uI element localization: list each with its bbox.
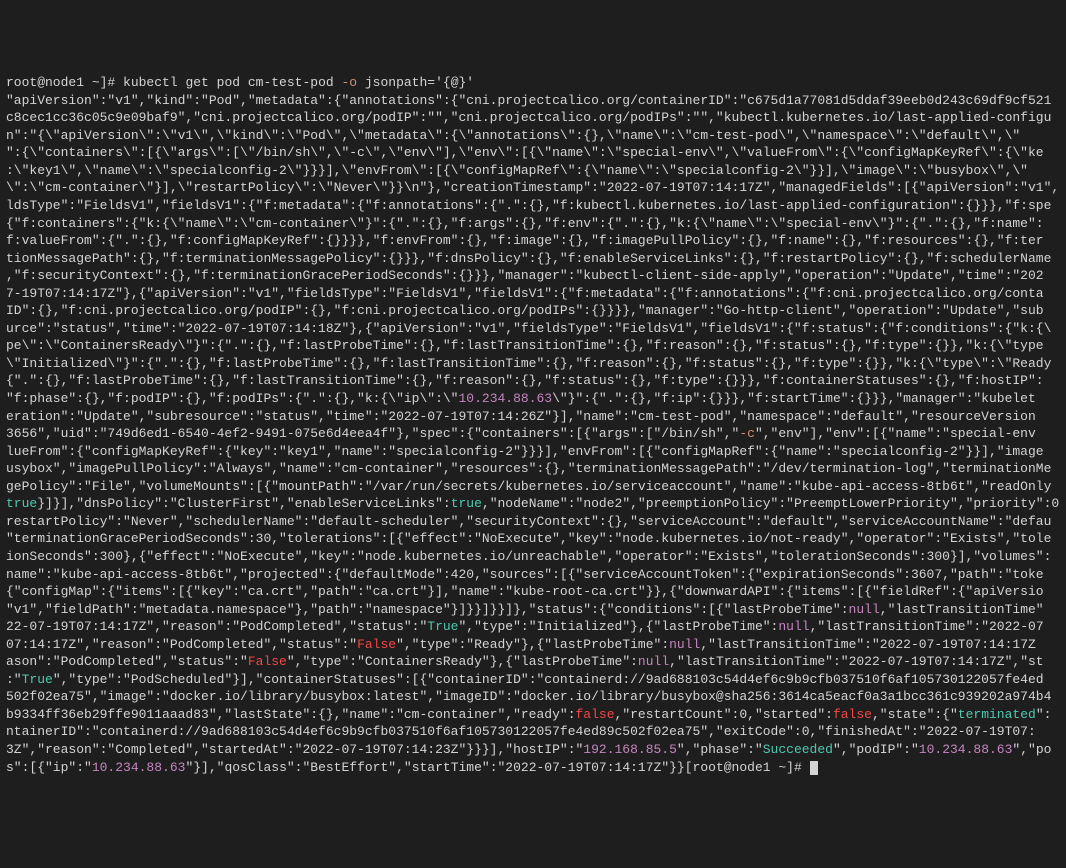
json-line: gePolicy":"File","volumeMounts":[{"mount… — [6, 479, 1051, 494]
json-line: b9334ff36eb29ffe9011aaad83","lastState":… — [6, 707, 576, 722]
null-value: null — [778, 619, 809, 634]
null-value: null — [638, 654, 669, 669]
json-line: ason":"PodCompleted","status":" — [6, 654, 248, 669]
json-line: restartPolicy":"Never","schedulerName":"… — [6, 514, 1051, 529]
jsonpath-arg: jsonpath='{@}' — [357, 75, 474, 90]
json-line: ","type":"PodScheduled"}],"containerStat… — [53, 672, 1044, 687]
bool-false: false — [576, 707, 615, 722]
bool-false: false — [833, 707, 872, 722]
json-line: n":"{\"apiVersion\":\"v1\",\"kind\":\"Po… — [6, 128, 1020, 143]
json-line: ID":{},"f:cni.projectcalico.org/podIP":{… — [6, 303, 1044, 318]
json-line: {"configMap":{"items":[{"key":"ca.crt","… — [6, 584, 1044, 599]
json-line: 3Z","reason":"Completed","startedAt":"20… — [6, 742, 583, 757]
json-line: ,"nodeName":"node2","preemptionPolicy":"… — [482, 496, 1059, 511]
status-false: False — [357, 637, 396, 652]
json-line: tionMessagePath":{},"f:terminationMessag… — [6, 251, 1051, 266]
null-value: null — [669, 637, 700, 652]
json-line: ","type":"Ready"},{"lastProbeTime": — [396, 637, 669, 652]
json-line: ","type":"ContainersReady"},{"lastProbeT… — [287, 654, 638, 669]
json-line: 7-19T07:14:17Z"},{"apiVersion":"v1","fie… — [6, 286, 1044, 301]
json-line: ":{\"containers\":[{\"args\":[\"/bin/sh\… — [6, 145, 1044, 160]
json-line: "}],"qosClass":"BestEffort","startTime":… — [185, 760, 684, 775]
command-text: kubectl get pod cm-test-pod — [123, 75, 341, 90]
json-line: ,"state":{" — [872, 707, 958, 722]
flag-o: -o — [341, 75, 357, 90]
json-line: ,"lastTransitionTime" — [880, 602, 1044, 617]
json-line: \"}":{".":{},"f:ip":{}}},"f:startTime":{… — [552, 391, 1036, 406]
json-line: :\"key1\",\"name\":\"specialconfig-2\"}}… — [6, 163, 1028, 178]
terminated-key: terminated — [958, 707, 1036, 722]
json-line: ","phase":" — [677, 742, 763, 757]
json-line: name":"kube-api-access-8tb6t","projected… — [6, 567, 1044, 582]
cursor-block[interactable] — [810, 761, 818, 775]
json-line: "v1","fieldPath":"metadata.namespace"},"… — [6, 602, 849, 617]
json-line: ionSeconds":300},{"effect":"NoExecute","… — [6, 549, 1051, 564]
shell-prompt: root@node1 ~]# — [6, 75, 123, 90]
json-line: ,"restartCount":0,"started": — [615, 707, 833, 722]
phase-succeeded: Succeeded — [763, 742, 833, 757]
json-line: f:valueFrom":{".":{},"f:configMapKeyRef"… — [6, 233, 1044, 248]
bool-true: true — [451, 496, 482, 511]
shell-flag: -c — [739, 426, 755, 441]
status-true: True — [427, 619, 458, 634]
host-ip: 192.168.85.5 — [583, 742, 677, 757]
json-line: lueFrom":{"configMapKeyRef":{"key":"key1… — [6, 444, 1044, 459]
json-line: ,"lastTransitionTime":"2022-07-19T07:14:… — [669, 654, 1043, 669]
json-line: {".":{},"f:lastProbeTime":{},"f:lastTran… — [6, 373, 1044, 388]
json-line: 07:14:17Z","reason":"PodCompleted","stat… — [6, 637, 357, 652]
pod-ip: 10.234.88.63 — [458, 391, 552, 406]
pod-ip: 10.234.88.63 — [92, 760, 186, 775]
json-line: ,"lastTransitionTime":"2022-07-19T07:14:… — [700, 637, 1035, 652]
json-line: ldsType":"FieldsV1","fieldsV1":{"f:metad… — [6, 198, 1051, 213]
json-line: c8cec1cc36c05c9e09baf9","cni.projectcali… — [6, 110, 1051, 125]
json-line: usybox","imagePullPolicy":"Always","name… — [6, 461, 1051, 476]
pod-ip: 10.234.88.63 — [919, 742, 1013, 757]
json-line: ,"lastTransitionTime":"2022-07 — [810, 619, 1044, 634]
json-line: \":\"cm-container\"}],\"restartPolicy\":… — [6, 180, 1059, 195]
json-line: :" — [6, 672, 22, 687]
shell-prompt-end: [root@node1 ~]# — [685, 760, 810, 775]
json-line: "terminationGracePeriodSeconds":30,"tole… — [6, 531, 1051, 546]
json-line: s":[{"ip":" — [6, 760, 92, 775]
json-line: "f:phase":{},"f:podIP":{},"f:podIPs":{".… — [6, 391, 458, 406]
json-line: 3656","uid":"749d6ed1-6540-4ef2-9491-075… — [6, 426, 739, 441]
json-line: 502f02ea75","image":"docker.io/library/b… — [6, 689, 1051, 704]
json-line: "apiVersion":"v1","kind":"Pod","metadata… — [6, 93, 1051, 108]
json-line: {"f:containers":{"k:{\"name\":\"cm-conta… — [6, 216, 1044, 231]
json-line: ": — [1036, 707, 1052, 722]
json-line: ","env"],"env":[{"name":"special-env — [755, 426, 1036, 441]
json-line: ,"f:securityContext":{},"f:terminationGr… — [6, 268, 1044, 283]
bool-true: true — [6, 496, 37, 511]
terminal-output: root@node1 ~]# kubectl get pod cm-test-p… — [6, 74, 1060, 776]
json-line: ","po — [1012, 742, 1051, 757]
json-line: pe\":\"ContainersReady\"}":{".":{},"f:la… — [6, 338, 1044, 353]
json-line: \"Initialized\"}":{".":{},"f:lastProbeTi… — [6, 356, 1051, 371]
json-line: eration":"Update","subresource":"status"… — [6, 409, 1036, 424]
json-line: 22-07-19T07:14:17Z","reason":"PodComplet… — [6, 619, 427, 634]
json-line: ","podIP":" — [833, 742, 919, 757]
json-line: ","type":"Initialized"},{"lastProbeTime"… — [459, 619, 779, 634]
status-true: True — [22, 672, 53, 687]
status-false: False — [248, 654, 287, 669]
json-line: ntainerID":"containerd://9ad688103c54d4e… — [6, 724, 1036, 739]
json-line: }]}],"dnsPolicy":"ClusterFirst","enableS… — [37, 496, 450, 511]
json-line: urce":"status","time":"2022-07-19T07:14:… — [6, 321, 1051, 336]
null-value: null — [849, 602, 880, 617]
